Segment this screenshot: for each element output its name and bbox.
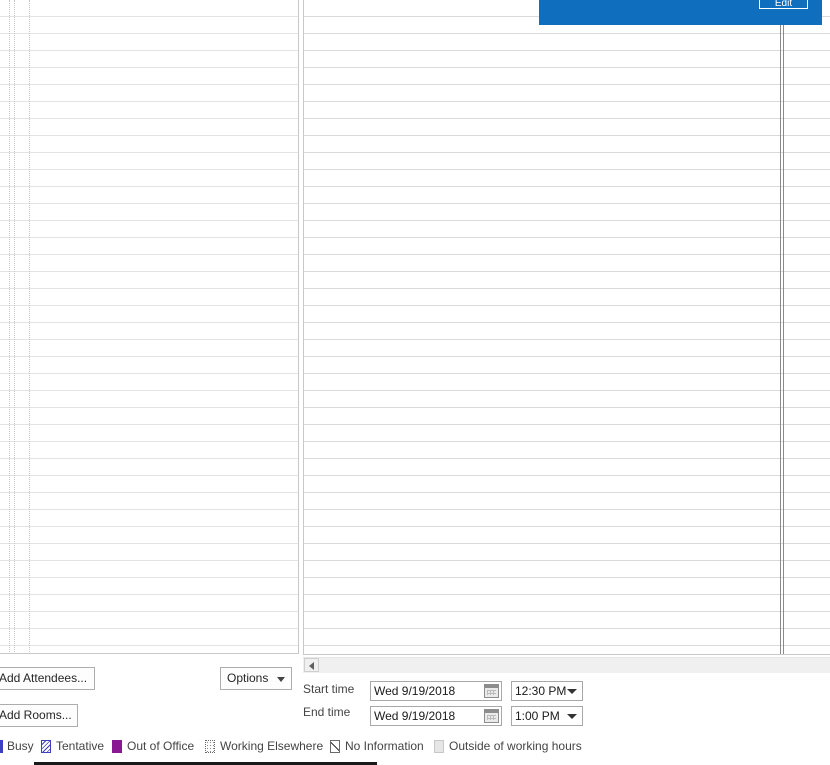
add-rooms-button[interactable]: Add Rooms... [0,704,78,727]
start-time-value: 12:30 PM [515,684,567,698]
availability-legend: Busy Tentative Out of Office Working Els… [0,738,830,756]
end-date-value: Wed 9/19/2018 [374,709,456,723]
scroll-left-button[interactable] [304,658,319,672]
end-time-dropdown[interactable]: 1:00 PM [511,706,583,726]
chevron-down-icon [567,714,577,719]
out-of-office-swatch-icon [112,740,122,753]
end-time-value: 1:00 PM [515,709,560,723]
end-date-field[interactable]: Wed 9/19/2018 [370,706,502,726]
chevron-down-icon [567,689,577,694]
start-date-field[interactable]: Wed 9/19/2018 [370,681,502,701]
legend-working-elsewhere-label: Working Elsewhere [220,739,324,753]
day-separator [780,0,781,655]
grid-divider [14,0,15,654]
scheduling-grid[interactable] [303,0,830,655]
start-date-value: Wed 9/19/2018 [374,684,456,698]
legend-out-of-office-label: Out of Office [127,739,195,753]
options-label: Options [227,671,269,685]
grid-divider [9,0,10,654]
end-time-label: End time [303,705,351,719]
chevron-down-icon [277,677,285,682]
add-attendees-button[interactable]: Add Attendees... [0,667,95,690]
outside-working-hours-swatch-icon [434,740,444,753]
chevron-left-icon [309,662,314,670]
attendee-list-border [298,0,299,654]
grid-divider [29,0,30,654]
no-information-swatch-icon [330,740,340,753]
legend-busy-label: Busy [7,739,34,753]
start-time-dropdown[interactable]: 12:30 PM [511,681,583,701]
tentative-swatch-icon [41,740,51,753]
legend-tentative-label: Tentative [56,739,105,753]
toast-edit-button[interactable]: Edit [759,0,808,9]
legend-outside-working-hours-label: Outside of working hours [449,739,582,753]
start-time-label: Start time [303,682,355,696]
scheduling-grid-border [303,654,830,655]
legend-no-information-label: No Information [345,739,424,753]
attendee-list-border [0,653,299,654]
attendee-list-grid[interactable] [0,0,298,654]
calendar-icon[interactable] [484,684,499,698]
horizontal-scrollbar[interactable] [303,657,830,673]
day-separator [783,0,784,655]
working-elsewhere-swatch-icon [205,740,215,753]
busy-swatch-icon [0,740,3,753]
calendar-icon[interactable] [484,709,499,723]
options-dropdown-button[interactable]: Options [220,667,292,690]
